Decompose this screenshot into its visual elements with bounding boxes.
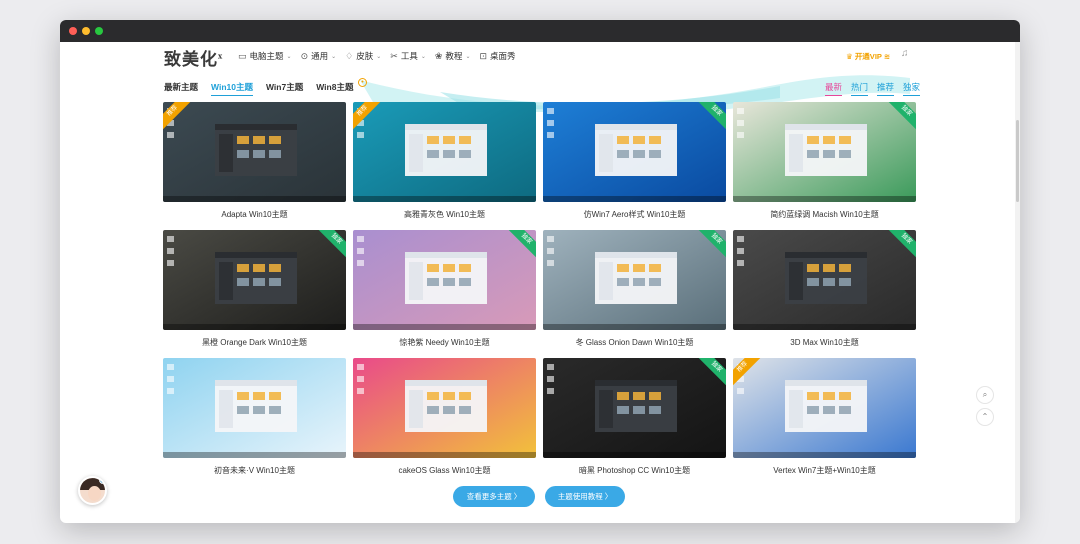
theme-title[interactable]: 黑橙 Orange Dark Win10主题 <box>163 337 346 348</box>
theme-thumbnail[interactable]: 推荐 <box>163 102 346 202</box>
shirt-icon: ♢ <box>345 50 354 61</box>
close-window-button[interactable] <box>69 27 77 35</box>
compass-icon: ⊙ <box>300 50 309 61</box>
theme-thumbnail[interactable] <box>163 358 346 458</box>
sort-recommended[interactable]: 推荐 <box>877 81 895 96</box>
chevron-down-icon: ⌄ <box>465 53 471 60</box>
vip-button[interactable]: ♛ 开通VIP ≋ <box>846 51 890 62</box>
nav-tutorial[interactable]: ❀ 教程 ⌄ <box>435 50 471 62</box>
sort-exclusive[interactable]: 独家 <box>903 81 921 96</box>
main-nav: ▭ 电脑主题 ⌄ ⊙ 通用 ⌄ ♢ 皮肤 ⌄ ✂ 工具 ⌄ ❀ 教程 ⌄ ⊡ 桌面秀 <box>238 50 516 62</box>
more-categories-icon[interactable]: • <box>358 78 367 87</box>
theme-thumbnail[interactable]: 独家 <box>543 358 726 458</box>
theme-thumbnail[interactable] <box>353 358 536 458</box>
chevron-down-icon: ⌄ <box>376 53 382 60</box>
theme-title[interactable]: 简约蓝绿调 Macish Win10主题 <box>733 209 916 220</box>
theme-thumbnail[interactable]: 独家 <box>733 230 916 330</box>
chevron-down-icon: ⌄ <box>420 53 426 60</box>
notification-bell-icon[interactable]: ♫ <box>901 48 909 59</box>
screen-icon: ⊡ <box>479 50 488 61</box>
theme-thumbnail[interactable]: 独家 <box>353 230 536 330</box>
theme-title[interactable]: 仿Win7 Aero样式 Win10主题 <box>543 209 726 220</box>
minimize-window-button[interactable] <box>82 27 90 35</box>
theme-title[interactable]: Vertex Win7主题+Win10主题 <box>733 465 916 476</box>
nav-tools[interactable]: ✂ 工具 ⌄ <box>390 50 426 62</box>
chevron-down-icon: ⌄ <box>331 53 337 60</box>
theme-title[interactable]: 惊艳紫 Needy Win10主题 <box>353 337 536 348</box>
sort-latest[interactable]: 最新 <box>825 81 843 96</box>
theme-thumbnail[interactable]: 独家 <box>543 102 726 202</box>
customer-service-avatar[interactable] <box>78 476 107 505</box>
nav-skin[interactable]: ♢ 皮肤 ⌄ <box>345 50 381 62</box>
back-to-top-icon[interactable]: ⌃ <box>976 408 994 426</box>
theme-title[interactable]: 暗黑 Photoshop CC Win10主题 <box>543 465 726 476</box>
tab-win7-themes[interactable]: Win7主题 <box>266 81 303 96</box>
theme-title[interactable]: 高雅青灰色 Win10主题 <box>353 209 536 220</box>
theme-title[interactable]: 初音未来·V Win10主题 <box>163 465 346 476</box>
sort-hot[interactable]: 热门 <box>851 81 869 96</box>
book-icon: ❀ <box>434 50 443 61</box>
search-icon[interactable]: ⌕ <box>976 386 994 404</box>
nav-desktop-show[interactable]: ⊡ 桌面秀 <box>479 50 515 62</box>
title-bar <box>60 20 1020 42</box>
browser-window: 致美化x ▭ 电脑主题 ⌄ ⊙ 通用 ⌄ ♢ 皮肤 ⌄ ✂ 工具 ⌄ ❀ 教程 ⌄ ⊡ 桌面秀 ♛ 开… <box>60 20 1020 523</box>
theme-title[interactable]: 冬 Glass Onion Dawn Win10主题 <box>543 337 726 348</box>
maximize-window-button[interactable] <box>95 27 103 35</box>
view-more-themes-button[interactable]: 查看更多主题 〉 <box>453 486 535 507</box>
theme-title[interactable]: cakeOS Glass Win10主题 <box>353 465 536 476</box>
theme-thumbnail[interactable]: 推荐 <box>733 358 916 458</box>
sort-options: 最新 热门 推荐 独家 <box>825 81 921 96</box>
theme-thumbnail[interactable]: 独家 <box>543 230 726 330</box>
monitor-icon: ▭ <box>238 50 247 61</box>
page-scrollbar[interactable] <box>1015 42 1020 523</box>
theme-thumbnail[interactable]: 独家 <box>163 230 346 330</box>
chevron-down-icon: ⌄ <box>286 53 292 60</box>
tab-win8-themes[interactable]: Win8主题 <box>316 81 353 96</box>
theme-title[interactable]: 3D Max Win10主题 <box>733 337 916 348</box>
wing-icon: ≋ <box>881 52 891 61</box>
tab-win10-themes[interactable]: Win10主题 <box>211 81 253 96</box>
theme-thumbnail[interactable]: 推荐 <box>353 102 536 202</box>
theme-title[interactable]: Adapta Win10主题 <box>163 209 346 220</box>
nav-general[interactable]: ⊙ 通用 ⌄ <box>301 50 337 62</box>
nav-computer-theme[interactable]: ▭ 电脑主题 ⌄ <box>238 50 292 62</box>
category-tabs: 最新主题 Win10主题 Win7主题 Win8主题 <box>164 81 353 96</box>
theme-tutorial-button[interactable]: 主题使用教程 〉 <box>545 486 625 507</box>
site-logo[interactable]: 致美化x <box>164 45 223 70</box>
crown-icon: ♛ <box>846 52 855 61</box>
theme-thumbnail[interactable]: 独家 <box>733 102 916 202</box>
tab-latest-themes[interactable]: 最新主题 <box>164 81 198 96</box>
tools-icon: ✂ <box>390 50 398 61</box>
